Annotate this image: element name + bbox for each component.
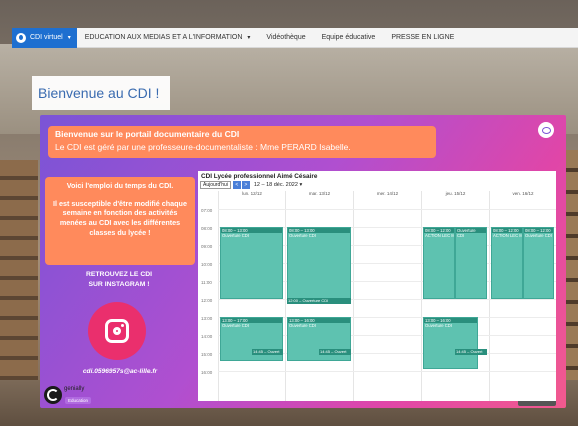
nav-item-cdi-virtuel[interactable]: CDI virtuel ▾ xyxy=(12,27,77,48)
instagram-button[interactable] xyxy=(88,302,146,360)
time-label: 07:00 xyxy=(201,208,213,213)
page-title-band: Bienvenue au CDI ! xyxy=(32,76,170,110)
time-label: 15:00 xyxy=(201,352,213,357)
calendar-toolbar: Aujourd'hui < > 12 – 18 déc. 2022 ▾ xyxy=(200,181,302,189)
genially-name: genially xyxy=(64,386,85,392)
instagram-callout: RETROUVEZ LE CDI SUR INSTAGRAM ! xyxy=(85,271,153,288)
schedule-info-text: Il est susceptible d'être modifié chaque… xyxy=(53,198,187,237)
calendar-event[interactable]: 08:00 – 12:00 ACTION LEC MATERNELLE xyxy=(491,227,523,299)
day-header-friday: ven. 16/12 xyxy=(489,191,556,199)
chevron-down-icon: ▾ xyxy=(67,35,71,41)
day-header-tuesday: mar. 13/12 xyxy=(285,191,353,199)
instagram-icon xyxy=(105,319,129,343)
calendar-event[interactable]: 13:00 – 16:00 Ouverture CDI xyxy=(423,317,478,369)
eye-icon[interactable] xyxy=(538,122,554,138)
welcome-banner: Bienvenue sur le portail documentaire du… xyxy=(48,126,436,158)
day-header-thursday: jeu. 15/12 xyxy=(421,191,489,199)
nav-item-emi[interactable]: EDUCATION AUX MEDIAS ET A L'INFORMATION … xyxy=(77,28,259,48)
nav-item-presse-en-ligne[interactable]: PRESSE EN LIGNE xyxy=(383,28,462,48)
calendar-event[interactable]: Ouverture CDI xyxy=(455,227,487,299)
page-title: Bienvenue au CDI ! xyxy=(38,85,160,101)
calendar-event[interactable]: 14:45 – Ouvert xyxy=(252,349,283,355)
calendar-event[interactable]: 14:45 – Ouvert xyxy=(319,349,351,355)
time-label: 13:00 xyxy=(201,316,213,321)
nav-item-videotheque[interactable]: Vidéothèque xyxy=(258,28,313,48)
day-header-wednesday: mer. 14/12 xyxy=(353,191,421,199)
time-label: 09:00 xyxy=(201,244,213,249)
schedule-info-box: Voici l'emploi du temps du CDI. Il est s… xyxy=(45,177,195,265)
next-week-button[interactable]: > xyxy=(241,181,250,189)
date-range[interactable]: 12 – 18 déc. 2022 ▾ xyxy=(254,182,302,188)
calendar-event[interactable]: 08:00 – 13:00 Ouverture CDI xyxy=(220,227,283,299)
schedule-info-title: Voici l'emploi du temps du CDI. xyxy=(66,181,174,190)
today-button[interactable]: Aujourd'hui xyxy=(200,181,231,189)
time-label: 08:00 xyxy=(201,226,213,231)
top-navigation: CDI virtuel ▾ EDUCATION AUX MEDIAS ET A … xyxy=(12,27,578,48)
calendar-title: CDI Lycée professionnel Aimé Césaire xyxy=(201,173,318,180)
chevron-down-icon: ▾ xyxy=(247,35,251,41)
welcome-subtext: Le CDI est géré par une professeure-docu… xyxy=(55,142,351,152)
previous-week-button[interactable]: < xyxy=(232,181,241,189)
chevron-down-icon: ▾ xyxy=(299,182,303,188)
time-label: 14:00 xyxy=(201,334,213,339)
time-label: 16:00 xyxy=(201,370,213,375)
calendar-event[interactable]: 14:45 – Ouvert xyxy=(455,349,487,355)
day-header-monday: lun. 12/12 xyxy=(218,191,285,199)
calendar-event[interactable]: 08:00 – 12:00 ACTION LEC Maternelle xyxy=(423,227,455,299)
contact-email[interactable]: cdi.0596957s@ac-lille.fr xyxy=(55,368,185,375)
calendar-widget: CDI Lycée professionnel Aimé Césaire Auj… xyxy=(198,171,556,401)
genially-education-badge: Education xyxy=(65,397,92,404)
time-label: 10:00 xyxy=(201,262,213,267)
welcome-heading: Bienvenue sur le portail documentaire du… xyxy=(55,129,240,139)
genially-logo-icon[interactable] xyxy=(44,386,62,404)
calendar-event[interactable]: 08:00 – 12:00 Ouverture CDI xyxy=(523,227,554,299)
time-label: 11:00 xyxy=(201,280,212,285)
calendar-event[interactable]: 12:00 – Ouverture CDI xyxy=(287,298,351,304)
site-logo-icon xyxy=(16,32,26,43)
time-label: 12:00 xyxy=(201,298,213,303)
screen: CDI virtuel ▾ EDUCATION AUX MEDIAS ET A … xyxy=(0,0,578,426)
calendar-event[interactable]: 08:00 – 13:00 Ouverture CDI xyxy=(287,227,351,299)
nav-item-equipe-educative[interactable]: Equipe éducative xyxy=(314,28,384,48)
